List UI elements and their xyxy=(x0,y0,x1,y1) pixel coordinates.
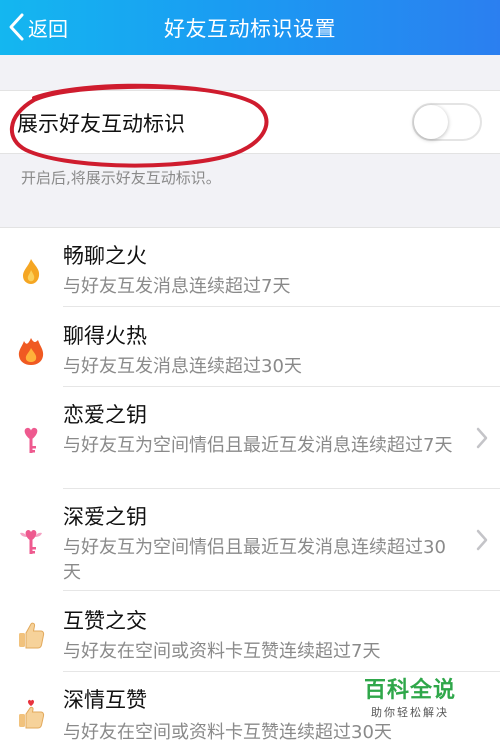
item-name: 聊得火热 xyxy=(63,324,147,348)
item-description: 与好友互发消息连续超过30天 xyxy=(63,356,302,377)
item-name: 互赞之交 xyxy=(63,609,147,633)
show-interaction-badge-row: 展示好友互动标识 xyxy=(0,90,500,154)
thumbs-up-icon xyxy=(16,620,46,650)
winged-heart-key-icon xyxy=(16,525,46,555)
item-description: 与好友互发消息连续超过7天 xyxy=(63,276,291,297)
item-description: 与好友互为空间情侣且最近互发消息连续超过7天 xyxy=(63,435,453,456)
item-description: 与好友在空间或资料卡互赞连续超过30天 xyxy=(63,722,392,743)
list-item[interactable]: 畅聊之火 与好友互发消息连续超过7天 xyxy=(0,228,500,306)
toggle-knob xyxy=(414,105,448,139)
chevron-right-icon xyxy=(476,529,488,555)
heart-thumbs-up-icon xyxy=(16,698,46,729)
item-name: 恋爱之钥 xyxy=(63,403,147,427)
item-name: 深爱之钥 xyxy=(63,505,147,529)
show-interaction-badge-label: 展示好友互动标识 xyxy=(17,112,185,136)
list-item[interactable]: 恋爱之钥 与好友互为空间情侣且最近互发消息连续超过7天 xyxy=(0,387,500,488)
list-item[interactable]: 互赞之交 与好友在空间或资料卡互赞连续超过7天 xyxy=(0,591,500,671)
item-name: 深情互赞 xyxy=(63,688,147,712)
chevron-right-icon xyxy=(476,427,488,453)
item-name: 畅聊之火 xyxy=(63,244,147,268)
show-interaction-badge-toggle[interactable] xyxy=(412,103,482,141)
item-description: 与好友在空间或资料卡互赞连续超过7天 xyxy=(63,641,381,662)
badge-list: 畅聊之火 与好友互发消息连续超过7天 聊得火热 与好友互发消息连续超过30天 恋… xyxy=(0,227,500,755)
toggle-hint-text: 开启后,将展示好友互动标识。 xyxy=(21,169,221,187)
top-bar: 返回 好友互动标识设置 xyxy=(0,0,500,55)
page-title: 好友互动标识设置 xyxy=(164,17,336,41)
item-description: 与好友互为空间情侣且最近互发消息连续超过30天 xyxy=(63,537,446,583)
list-item[interactable]: 深情互赞 与好友在空间或资料卡互赞连续超过30天 xyxy=(0,672,500,755)
pink-heart-key-icon xyxy=(16,425,46,455)
list-item[interactable]: 聊得火热 与好友互发消息连续超过30天 xyxy=(0,307,500,386)
list-item[interactable]: 深爱之钥 与好友互为空间情侣且最近互发消息连续超过30天 xyxy=(0,489,500,590)
small-flame-icon xyxy=(16,256,46,286)
big-flame-icon xyxy=(16,336,46,366)
